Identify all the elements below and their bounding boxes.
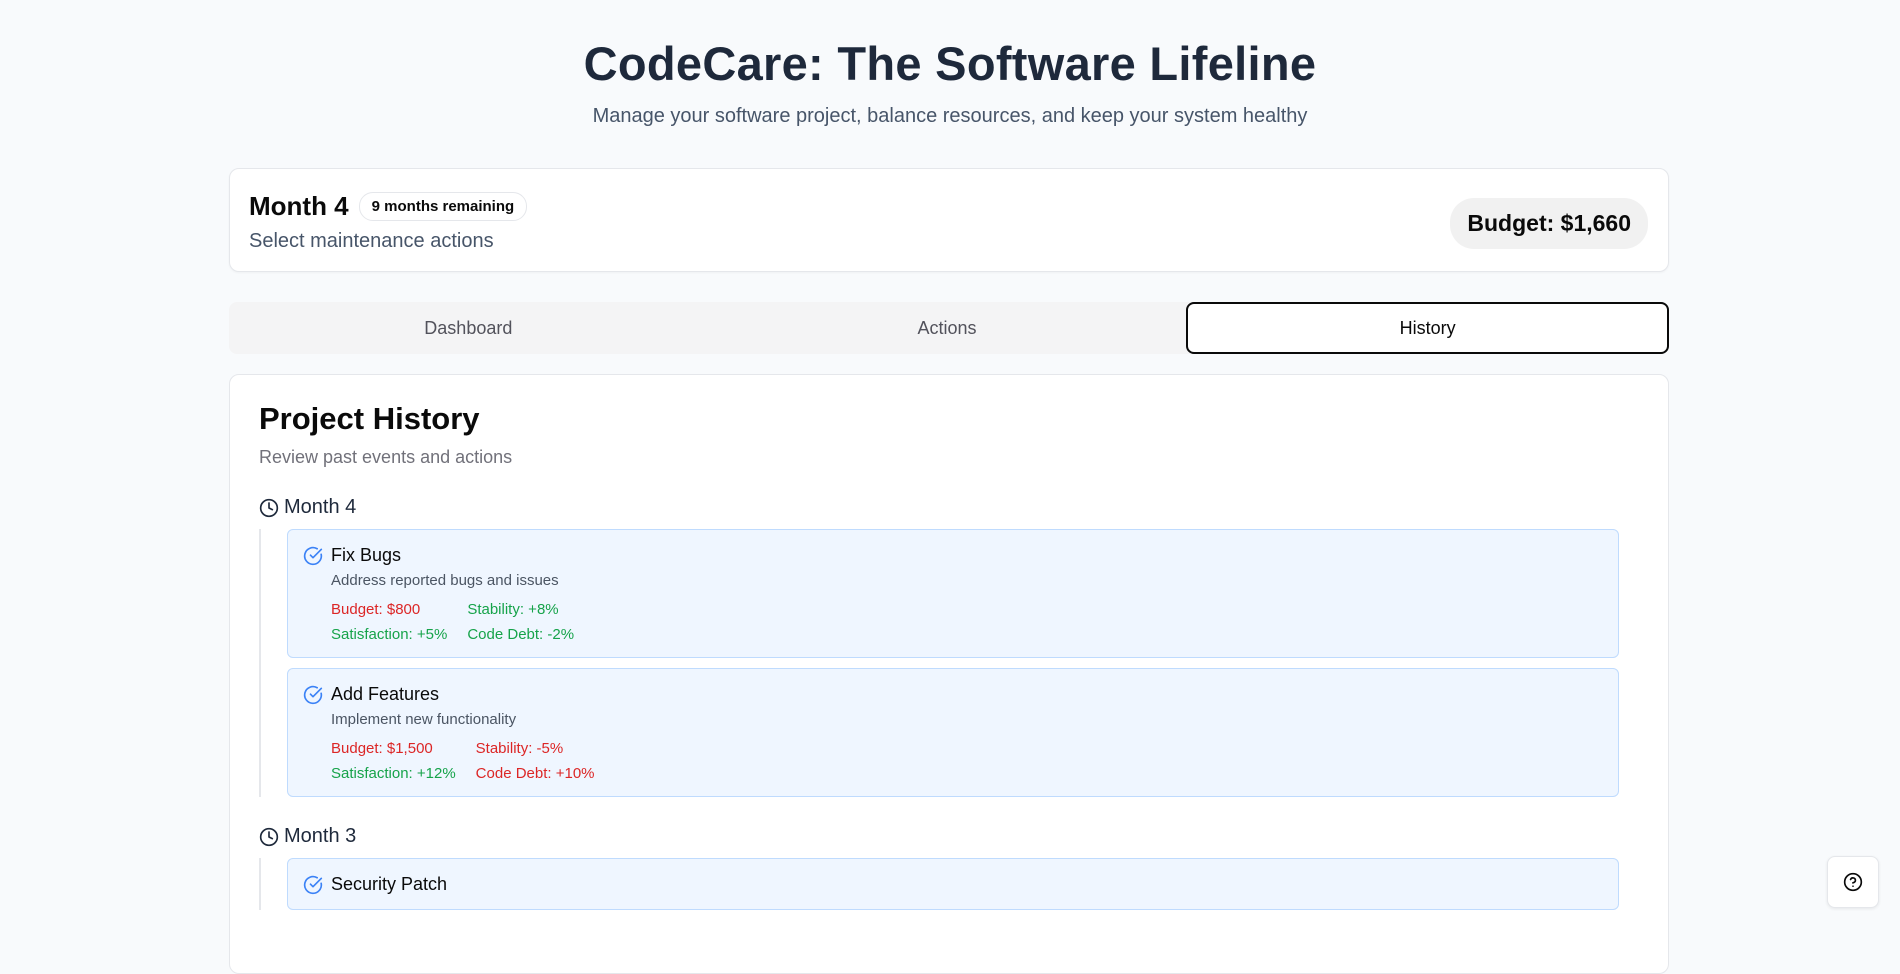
- history-list: Month 4 Fix Bugs Address reported bugs and…: [259, 496, 1639, 910]
- clock-icon: [259, 827, 279, 846]
- check-circle-icon: [303, 875, 323, 895]
- current-month: Month 4: [249, 191, 349, 221]
- status-subtitle: Select maintenance actions: [249, 230, 494, 252]
- history-month-heading: Month 4: [259, 496, 1639, 519]
- app-subtitle: Manage your software project, balance re…: [592, 105, 1308, 127]
- history-entry: Fix Bugs Address reported bugs and issues…: [287, 529, 1619, 658]
- history-month-heading: Month 3: [259, 825, 1639, 848]
- entry-description: Address reported bugs and issues: [331, 572, 559, 589]
- tab-history[interactable]: History: [1186, 302, 1670, 354]
- month-row: Month 4 9 months remaining: [249, 191, 1649, 222]
- app-title: CodeCare: The Software Lifeline: [583, 37, 1317, 90]
- history-month-label: Month 3: [284, 825, 357, 847]
- history-entry: Add Features Implement new functionality B…: [287, 668, 1619, 797]
- entry-body: Add Features Implement new functionality B…: [331, 684, 595, 782]
- clock-icon: [259, 498, 279, 517]
- entry-title: Security Patch: [331, 874, 448, 894]
- entry-effects: Budget: $1,500 Stability: -5% Satisfaction…: [331, 740, 595, 782]
- history-month-group: Month 4 Fix Bugs Address reported bugs and…: [259, 496, 1639, 797]
- tab-bar: Dashboard Actions History: [229, 302, 1670, 354]
- months-remaining-badge: 9 months remaining: [358, 192, 528, 221]
- history-panel: Project History Review past events and a…: [229, 374, 1669, 974]
- effect-value: Budget: $800: [331, 601, 421, 618]
- effect-value: Code Debt: +10%: [475, 765, 595, 782]
- entry-title: Add Features: [331, 684, 440, 704]
- effect-value: Stability: -5%: [475, 740, 564, 757]
- entry-description: Implement new functionality: [331, 711, 517, 728]
- history-entries: Security Patch: [259, 858, 1619, 910]
- effect-value: Stability: +8%: [467, 601, 559, 618]
- tab-actions[interactable]: Actions: [708, 302, 1187, 354]
- status-card: Month 4 9 months remaining Select mainte…: [229, 168, 1669, 272]
- entry-title: Fix Bugs: [331, 545, 402, 565]
- effect-value: Code Debt: -2%: [467, 626, 575, 643]
- effect-value: Satisfaction: +5%: [331, 626, 448, 643]
- page-header: CodeCare: The Software Lifeline Manage y…: [0, 0, 1900, 128]
- tab-dashboard[interactable]: Dashboard: [229, 302, 708, 354]
- help-icon: [1843, 872, 1863, 892]
- entry-body: Fix Bugs Address reported bugs and issues…: [331, 545, 574, 643]
- history-month-group: Month 3 Security Patch: [259, 825, 1639, 910]
- history-subtitle: Review past events and actions: [259, 447, 513, 467]
- entry-body: Security Patch: [331, 874, 447, 895]
- history-title: Project History: [259, 401, 480, 436]
- help-button[interactable]: [1827, 856, 1879, 908]
- check-circle-icon: [303, 546, 323, 566]
- history-entry: Security Patch: [287, 858, 1619, 910]
- entry-effects: Budget: $800 Stability: +8% Satisfaction: …: [331, 601, 574, 643]
- history-entries: Fix Bugs Address reported bugs and issues…: [259, 529, 1619, 797]
- effect-value: Budget: $1,500: [331, 740, 433, 757]
- effect-value: Satisfaction: +12%: [331, 765, 456, 782]
- budget-badge: Budget: $1,660: [1450, 198, 1648, 249]
- history-month-label: Month 4: [284, 496, 357, 518]
- check-circle-icon: [303, 685, 323, 705]
